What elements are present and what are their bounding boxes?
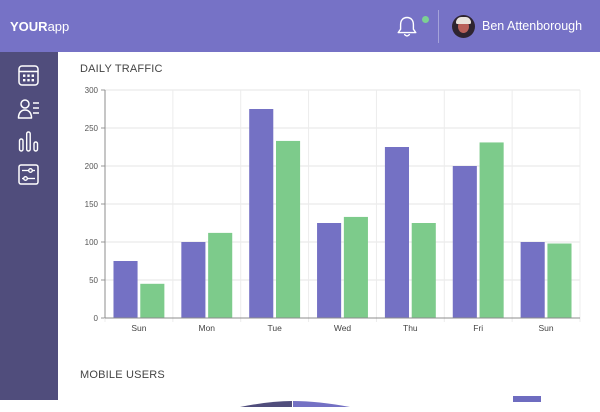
bell-icon[interactable] bbox=[396, 15, 418, 39]
x-tick-label: Fri bbox=[473, 323, 483, 333]
notification-dot bbox=[422, 16, 429, 23]
top-bar: YOURapp Ben Attenborough bbox=[0, 0, 600, 52]
bar-series-1-sun bbox=[113, 261, 138, 318]
bar-series-2-tue bbox=[276, 140, 301, 318]
header-divider bbox=[438, 10, 439, 43]
x-tick-label: Sun bbox=[539, 323, 554, 333]
x-tick-label: Mon bbox=[199, 323, 216, 333]
bar-chart-icon[interactable] bbox=[17, 130, 40, 153]
bar-series-1-wed bbox=[317, 223, 342, 318]
x-tick-label: Thu bbox=[403, 323, 418, 333]
brand-rest: app bbox=[47, 19, 70, 34]
sidebar bbox=[0, 52, 58, 400]
mobile-users-pie bbox=[200, 394, 400, 412]
daily-traffic-title: DAILY TRAFFIC bbox=[80, 63, 163, 75]
sliders-icon[interactable] bbox=[17, 163, 40, 186]
y-tick-label: 150 bbox=[85, 200, 99, 209]
x-tick-label: Wed bbox=[334, 323, 352, 333]
pie-slice-b bbox=[293, 401, 350, 407]
bar-series-2-sun bbox=[140, 283, 165, 318]
app-logo[interactable]: YOURapp bbox=[10, 19, 69, 35]
avatar-hair bbox=[456, 17, 471, 24]
bar-series-2-wed bbox=[343, 216, 368, 318]
bar-series-1-mon bbox=[181, 242, 206, 318]
bar-series-1-fri bbox=[452, 166, 477, 318]
y-tick-label: 250 bbox=[85, 124, 99, 133]
y-tick-label: 200 bbox=[85, 162, 99, 171]
bar-series-2-mon bbox=[208, 232, 233, 318]
bar-series-2-thu bbox=[411, 223, 436, 318]
x-tick-label: Tue bbox=[267, 323, 282, 333]
daily-traffic-chart: 0 50 100 150 200 250 300 Sun Mon Tue Wed Thu Fri Sun bbox=[85, 86, 581, 333]
mobile-users-title: MOBILE USERS bbox=[80, 369, 165, 381]
y-tick-label: 100 bbox=[85, 238, 99, 247]
user-name[interactable]: Ben Attenborough bbox=[482, 19, 582, 34]
x-tick-label: Sun bbox=[131, 323, 146, 333]
brand-bold: YOUR bbox=[10, 19, 48, 34]
bar-series-2-sun bbox=[547, 243, 572, 318]
users-list-icon[interactable] bbox=[17, 97, 40, 120]
bar-series-1-sun bbox=[520, 242, 545, 318]
bar-series-2-fri bbox=[479, 142, 504, 318]
pie-slice-a bbox=[240, 401, 292, 407]
y-tick-label: 300 bbox=[85, 86, 99, 95]
pie-legend-swatch bbox=[513, 396, 541, 402]
bar-series-1-thu bbox=[384, 147, 409, 318]
y-tick-label: 0 bbox=[94, 314, 99, 323]
bar-series-1-tue bbox=[249, 109, 274, 318]
calendar-icon[interactable] bbox=[17, 64, 40, 87]
avatar[interactable] bbox=[452, 15, 475, 38]
y-tick-label: 50 bbox=[89, 276, 98, 285]
